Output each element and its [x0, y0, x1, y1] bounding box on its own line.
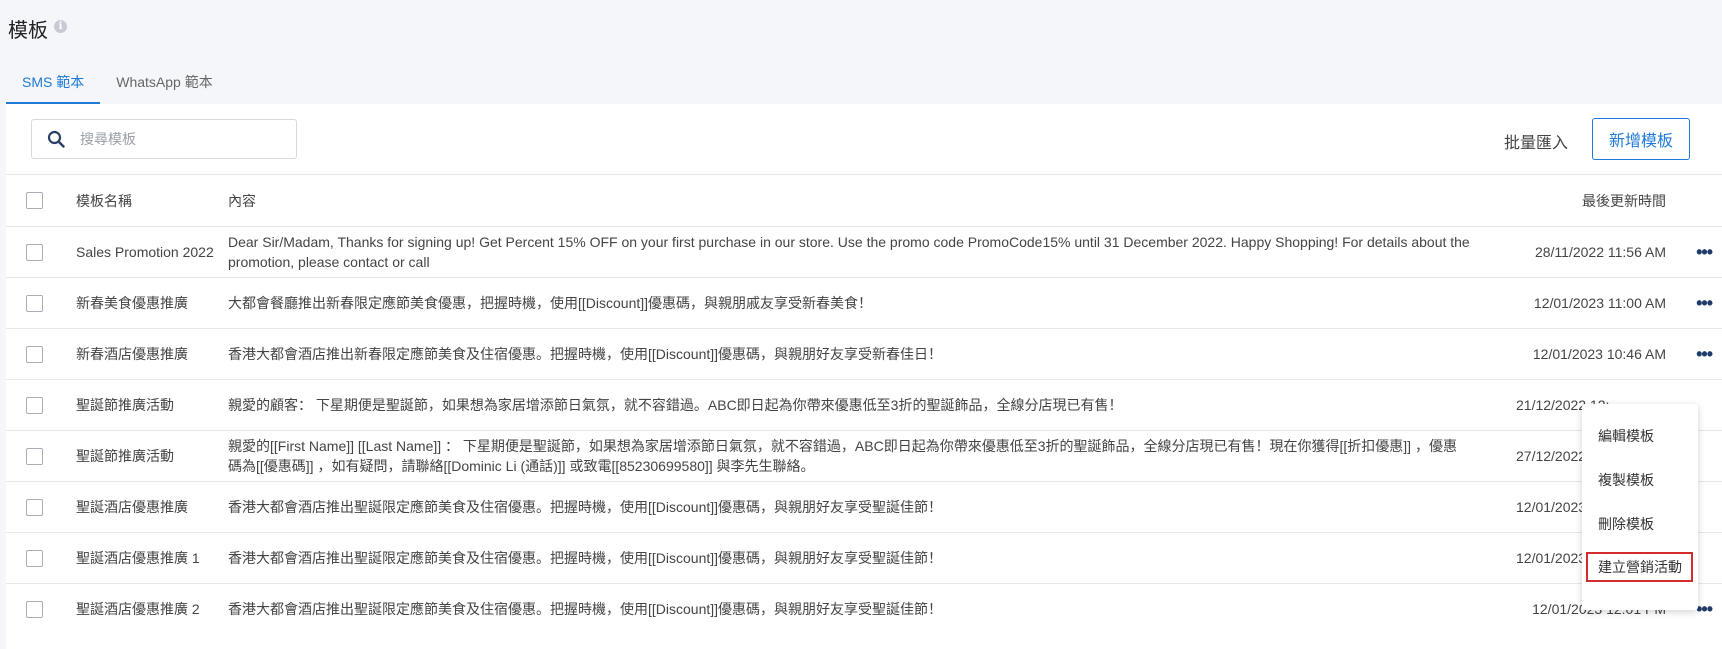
template-content: 香港大都會酒店推出新春限定應節美食及住宿優惠。把握時機，使用[[Discount…	[228, 346, 943, 362]
template-content: 親愛的顧客： 下星期便是聖誕節，如果想為家居增添節日氣氛，就不容錯過。ABC即日…	[228, 397, 1123, 413]
batch-import-link[interactable]: 批量匯入	[1504, 129, 1568, 153]
table-row[interactable]: 聖誕節推廣活動 親愛的顧客： 下星期便是聖誕節，如果想為家居增添節日氣氛，就不容…	[6, 379, 1722, 430]
page-title: 模板	[8, 20, 48, 42]
table-row[interactable]: Sales Promotion 2022 Dear Sir/Madam, Tha…	[6, 226, 1722, 277]
menu-item-create-campaign[interactable]: 建立營銷活動	[1586, 552, 1693, 582]
row-checkbox[interactable]	[26, 498, 43, 516]
add-template-button[interactable]: 新增模板	[1592, 118, 1690, 160]
template-name: 新春酒店優惠推廣	[76, 346, 188, 362]
search-box[interactable]	[31, 119, 297, 159]
template-content: 大都會餐廳推出新春限定應節美食優惠，把握時機，使用[[Discount]]優惠碼…	[228, 295, 873, 311]
tab-sms-templates[interactable]: SMS 範本	[6, 60, 101, 104]
template-name: 聖誕酒店優惠推廣 2	[76, 601, 200, 617]
more-horizontal-icon[interactable]: •••	[1696, 243, 1713, 261]
select-all-checkbox[interactable]	[26, 192, 43, 209]
table-header-row: 模板名稱 內容 最後更新時間	[6, 174, 1722, 226]
templates-table: 模板名稱 內容 最後更新時間 Sales Promotion 2022 Dear…	[6, 174, 1722, 634]
template-content: Dear Sir/Madam, Thanks for signing up! G…	[228, 234, 1470, 270]
template-updated: 28/11/2022 11:56 AM	[1534, 244, 1666, 260]
more-horizontal-icon[interactable]: •••	[1696, 345, 1713, 363]
template-name: 聖誕酒店優惠推廣 1	[76, 550, 200, 566]
table-row[interactable]: 聖誕酒店優惠推廣 香港大都會酒店推出聖誕限定應節美食及住宿優惠。把握時機，使用[…	[6, 481, 1722, 532]
templates-panel: 批量匯入 新增模板 模板名稱 內容 最後更新時間 Sales Promotion…	[6, 104, 1722, 649]
table-row[interactable]: 新春酒店優惠推廣 香港大都會酒店推出新春限定應節美食及住宿優惠。把握時機，使用[…	[6, 328, 1722, 379]
column-header-content: 內容	[228, 192, 256, 209]
template-name: 聖誕節推廣活動	[76, 397, 174, 413]
table-row[interactable]: 聖誕節推廣活動 親愛的[[First Name]] [[Last Name]] …	[6, 430, 1722, 481]
template-name: Sales Promotion 2022	[76, 244, 214, 260]
row-checkbox[interactable]	[26, 600, 43, 618]
template-name: 聖誕節推廣活動	[76, 448, 174, 464]
info-icon[interactable]: i	[54, 20, 67, 33]
template-name: 新春美食優惠推廣	[76, 295, 188, 311]
row-checkbox[interactable]	[26, 396, 43, 414]
row-checkbox[interactable]	[26, 243, 43, 261]
search-input[interactable]	[80, 131, 280, 147]
more-horizontal-icon[interactable]: •••	[1696, 294, 1713, 312]
tab-whatsapp-templates[interactable]: WhatsApp 範本	[100, 60, 228, 104]
more-horizontal-icon[interactable]: •••	[1696, 600, 1713, 618]
table-row[interactable]: 聖誕酒店優惠推廣 1 香港大都會酒店推出聖誕限定應節美食及住宿優惠。把握時機，使…	[6, 532, 1722, 583]
menu-item-delete-template[interactable]: 刪除模板	[1598, 514, 1654, 534]
template-updated: 12/01/2023 11:00 AM	[1533, 295, 1666, 311]
row-actions-menu: 編輯模板 複製模板 刪除模板 建立營銷活動	[1582, 404, 1698, 610]
tab-bar: SMS 範本 WhatsApp 範本	[6, 60, 229, 104]
row-checkbox[interactable]	[26, 549, 43, 567]
template-content: 香港大都會酒店推出聖誕限定應節美食及住宿優惠。把握時機，使用[[Discount…	[228, 550, 943, 566]
row-checkbox[interactable]	[26, 447, 43, 465]
template-content: 香港大都會酒店推出聖誕限定應節美食及住宿優惠。把握時機，使用[[Discount…	[228, 499, 943, 515]
menu-item-copy-template[interactable]: 複製模板	[1598, 470, 1654, 490]
search-icon	[32, 130, 80, 148]
menu-item-edit-template[interactable]: 編輯模板	[1598, 426, 1654, 446]
table-row[interactable]: 聖誕酒店優惠推廣 2 香港大都會酒店推出聖誕限定應節美食及住宿優惠。把握時機，使…	[6, 583, 1722, 634]
page-header: 模板 i	[8, 14, 67, 43]
template-name: 聖誕酒店優惠推廣	[76, 499, 188, 515]
table-row[interactable]: 新春美食優惠推廣 大都會餐廳推出新春限定應節美食優惠，把握時機，使用[[Disc…	[6, 277, 1722, 328]
column-header-name: 模板名稱	[76, 192, 132, 209]
column-header-updated: 最後更新時間	[1582, 192, 1666, 209]
template-content: 親愛的[[First Name]] [[Last Name]] ： 下星期便是聖…	[228, 438, 1457, 474]
template-content: 香港大都會酒店推出聖誕限定應節美食及住宿優惠。把握時機，使用[[Discount…	[228, 601, 943, 617]
template-updated: 12/01/2023 10:46 AM	[1532, 346, 1666, 362]
row-checkbox[interactable]	[26, 294, 43, 312]
row-checkbox[interactable]	[26, 345, 43, 363]
